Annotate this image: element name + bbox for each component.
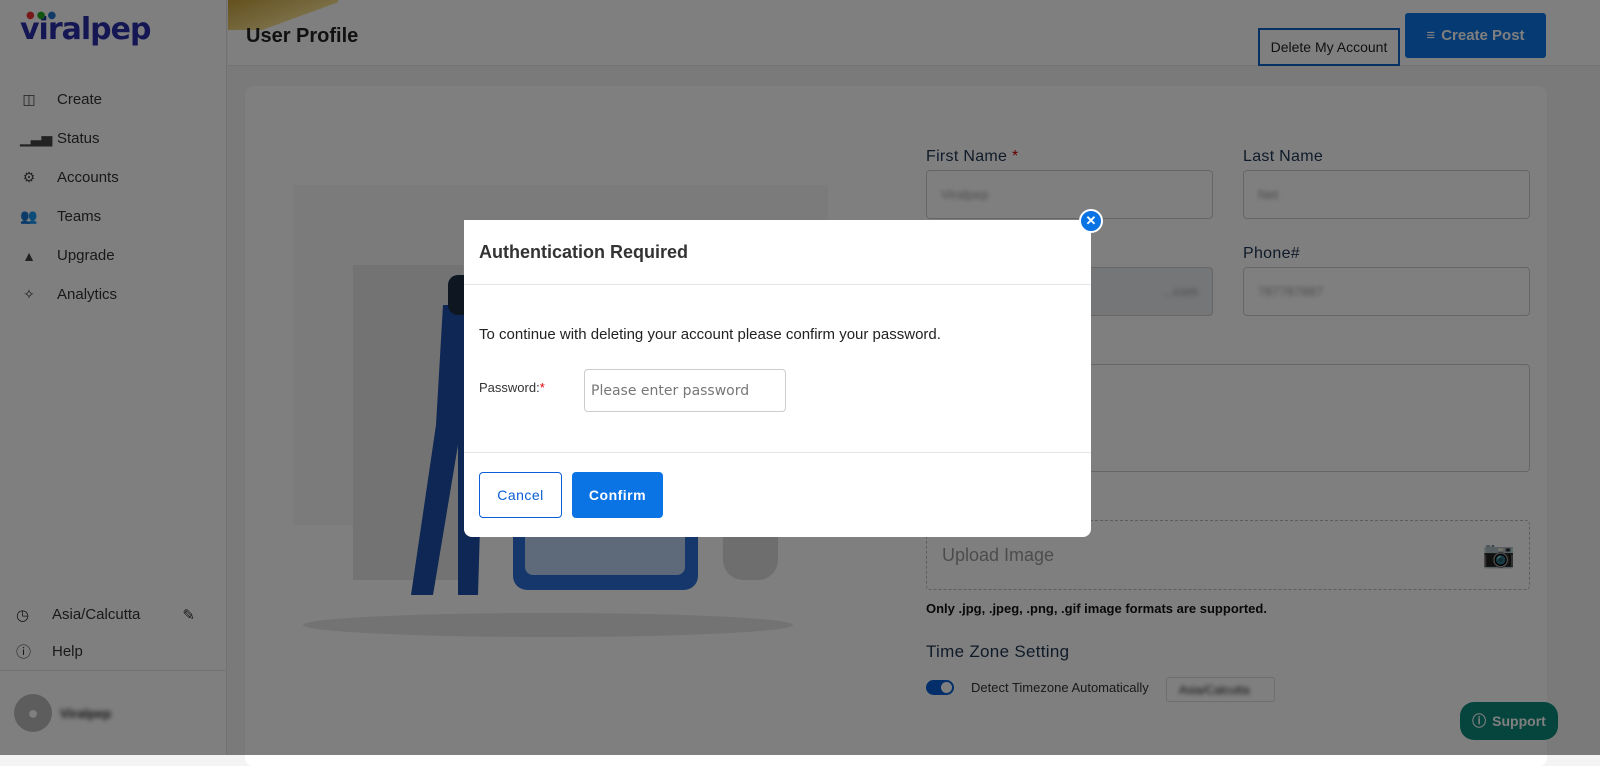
password-label: Password:* xyxy=(479,380,545,395)
close-icon[interactable]: ✕ xyxy=(1079,209,1103,233)
modal-message: To continue with deleting your account p… xyxy=(479,326,941,343)
password-input[interactable] xyxy=(584,369,786,412)
cancel-button[interactable]: Cancel xyxy=(479,472,562,518)
authentication-modal: Authentication Required ✕ To continue wi… xyxy=(464,209,1103,537)
confirm-button[interactable]: Confirm xyxy=(572,472,663,518)
modal-title: Authentication Required xyxy=(464,220,1091,285)
